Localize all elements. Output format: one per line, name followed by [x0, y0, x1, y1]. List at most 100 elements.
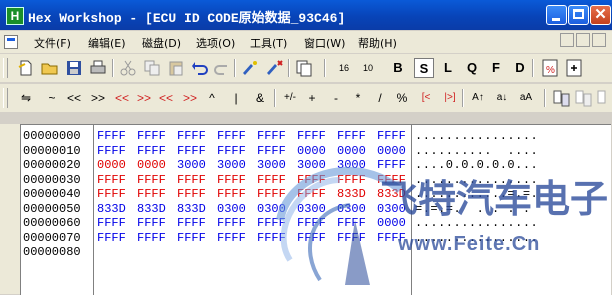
uppercase-button[interactable]: A↑ — [468, 88, 488, 108]
or-button[interactable]: | — [226, 88, 246, 108]
xor-button[interactable]: ^ — [202, 88, 222, 108]
hex-word[interactable]: FFFF — [177, 173, 217, 188]
hex-word[interactable]: 0000 — [377, 216, 417, 231]
cut-button[interactable] — [118, 58, 138, 78]
divide-button[interactable]: / — [370, 88, 390, 108]
paste-button[interactable] — [166, 58, 186, 78]
ascii-row[interactable]: ................ — [415, 173, 538, 188]
menu-options[interactable]: 选项(O) — [196, 35, 235, 51]
hex-word[interactable]: FFFF — [97, 129, 137, 144]
hex-word[interactable]: 0000 — [337, 144, 377, 159]
hex-word[interactable]: FFFF — [217, 144, 257, 159]
short-group-button[interactable]: S — [414, 58, 434, 78]
hex-word[interactable]: 0000 — [377, 144, 417, 159]
hex-word[interactable]: FFFF — [137, 129, 177, 144]
menu-file[interactable]: 文件(F) — [34, 35, 71, 51]
hex-word[interactable]: FFFF — [337, 231, 377, 246]
hex-word[interactable]: 0000 — [137, 158, 177, 173]
hex-word[interactable]: FFFF — [137, 187, 177, 202]
redo-button[interactable] — [212, 58, 232, 78]
ascii-row[interactable]: ................ — [415, 129, 538, 144]
new-file-button[interactable] — [16, 58, 36, 78]
compare-prev-button[interactable] — [596, 88, 612, 108]
hex-word[interactable]: 0300 — [217, 202, 257, 217]
open-file-button[interactable] — [40, 58, 60, 78]
hex-word[interactable]: FFFF — [217, 231, 257, 246]
hex-word[interactable]: FFFF — [97, 144, 137, 159]
menu-disk[interactable]: 磁盘(D) — [142, 35, 181, 51]
hex-word[interactable]: FFFF — [177, 144, 217, 159]
hex-word[interactable]: FFFF — [257, 144, 297, 159]
hex-word[interactable]: FFFF — [177, 231, 217, 246]
subtract-button[interactable]: - — [326, 88, 346, 108]
hex-row[interactable]: FFFF FFFF FFFF FFFF FFFF FFFF FFFF FFFF — [97, 231, 417, 246]
hex-row[interactable]: FFFF FFFF FFFF FFFF FFFF FFFF FFFF FFFF — [97, 129, 417, 144]
title-bar[interactable]: H Hex Workshop - [ECU ID CODE原始数据_93C46]… — [0, 0, 612, 30]
hex-word[interactable]: 0000 — [97, 158, 137, 173]
hex-word[interactable]: FFFF — [137, 173, 177, 188]
hex-word[interactable]: 833D — [377, 187, 417, 202]
hex-word[interactable]: 3000 — [217, 158, 257, 173]
block-left-button[interactable]: [< — [416, 88, 436, 108]
ascii-row[interactable]: ............=.=. — [415, 187, 538, 202]
hex-word[interactable]: FFFF — [337, 173, 377, 188]
hex-row[interactable]: FFFF FFFF FFFF FFFF FFFF 0000 0000 0000 — [97, 144, 417, 159]
document-window-icon[interactable] — [4, 35, 18, 49]
hex-word[interactable]: FFFF — [217, 187, 257, 202]
quad-group-button[interactable]: Q — [462, 58, 482, 78]
hex-word[interactable]: FFFF — [257, 187, 297, 202]
hex-word[interactable]: FFFF — [177, 187, 217, 202]
print-button[interactable] — [88, 58, 108, 78]
hex-row[interactable]: FFFF FFFF FFFF FFFF FFFF FFFF 833D 833D — [97, 187, 417, 202]
hex-word[interactable]: FFFF — [217, 173, 257, 188]
swap-bytes-button[interactable]: ⇋ — [16, 88, 36, 108]
and-button[interactable]: & — [250, 88, 270, 108]
hex-word[interactable]: FFFF — [377, 173, 417, 188]
byte-group-button[interactable]: B — [388, 58, 408, 78]
hex-word[interactable]: 0300 — [297, 202, 337, 217]
hex-word[interactable]: FFFF — [137, 144, 177, 159]
block-right-button[interactable]: |>] — [440, 88, 460, 108]
change-sign-button[interactable]: +/- — [280, 88, 300, 108]
hex-word[interactable]: FFFF — [137, 216, 177, 231]
hex-word[interactable]: 0300 — [337, 202, 377, 217]
hex-row[interactable]: FFFF FFFF FFFF FFFF FFFF FFFF FFFF FFFF — [97, 173, 417, 188]
float-group-button[interactable]: F — [486, 58, 506, 78]
long-group-button[interactable]: L — [438, 58, 458, 78]
child-restore-button[interactable] — [576, 33, 590, 47]
hex-word[interactable]: FFFF — [217, 129, 257, 144]
hex-word[interactable]: 3000 — [337, 158, 377, 173]
hex-word[interactable]: 833D — [337, 187, 377, 202]
base-converter-button[interactable] — [564, 58, 584, 78]
rotate-left-button[interactable]: << — [112, 88, 132, 108]
hex-word[interactable]: FFFF — [257, 231, 297, 246]
hex-word[interactable]: FFFF — [97, 216, 137, 231]
hex-word[interactable]: FFFF — [97, 231, 137, 246]
hex-editor-panel[interactable]: 00000000 00000010 00000020 00000030 0000… — [20, 124, 611, 295]
hex-word[interactable]: 833D — [177, 202, 217, 217]
maximize-button[interactable] — [568, 5, 589, 25]
hex-row[interactable]: 0000 0000 3000 3000 3000 3000 3000 FFFF — [97, 158, 417, 173]
menu-help[interactable]: 帮助(H) — [358, 35, 397, 51]
hex-word[interactable]: FFFF — [257, 129, 297, 144]
hex-word[interactable]: FFFF — [377, 158, 417, 173]
toolbar-grip[interactable] — [3, 58, 8, 78]
shift-left-button[interactable]: << — [64, 88, 84, 108]
ascii-row[interactable]: ................ — [415, 216, 538, 231]
rotate-right-button[interactable]: >> — [134, 88, 154, 108]
ascii-row[interactable] — [415, 245, 538, 260]
hex-word[interactable]: FFFF — [337, 216, 377, 231]
hex-word[interactable]: 3000 — [297, 158, 337, 173]
invert-case-button[interactable]: aA — [516, 88, 536, 108]
close-button[interactable]: ✕ — [590, 5, 611, 25]
hex-word[interactable]: FFFF — [97, 173, 137, 188]
ascii-row[interactable]: ....0.0.0.0.0... — [415, 158, 538, 173]
hex-word[interactable]: FFFF — [97, 187, 137, 202]
toolbar-grip[interactable] — [3, 88, 8, 108]
minimize-button[interactable] — [546, 5, 567, 25]
hex-word[interactable]: FFFF — [257, 173, 297, 188]
double-group-button[interactable]: D — [510, 58, 530, 78]
hex-row[interactable]: 833D 833D 833D 0300 0300 0300 0300 0300 — [97, 202, 417, 217]
menu-window[interactable]: 窗口(W) — [304, 35, 345, 51]
calculator-button[interactable]: % — [540, 58, 560, 78]
